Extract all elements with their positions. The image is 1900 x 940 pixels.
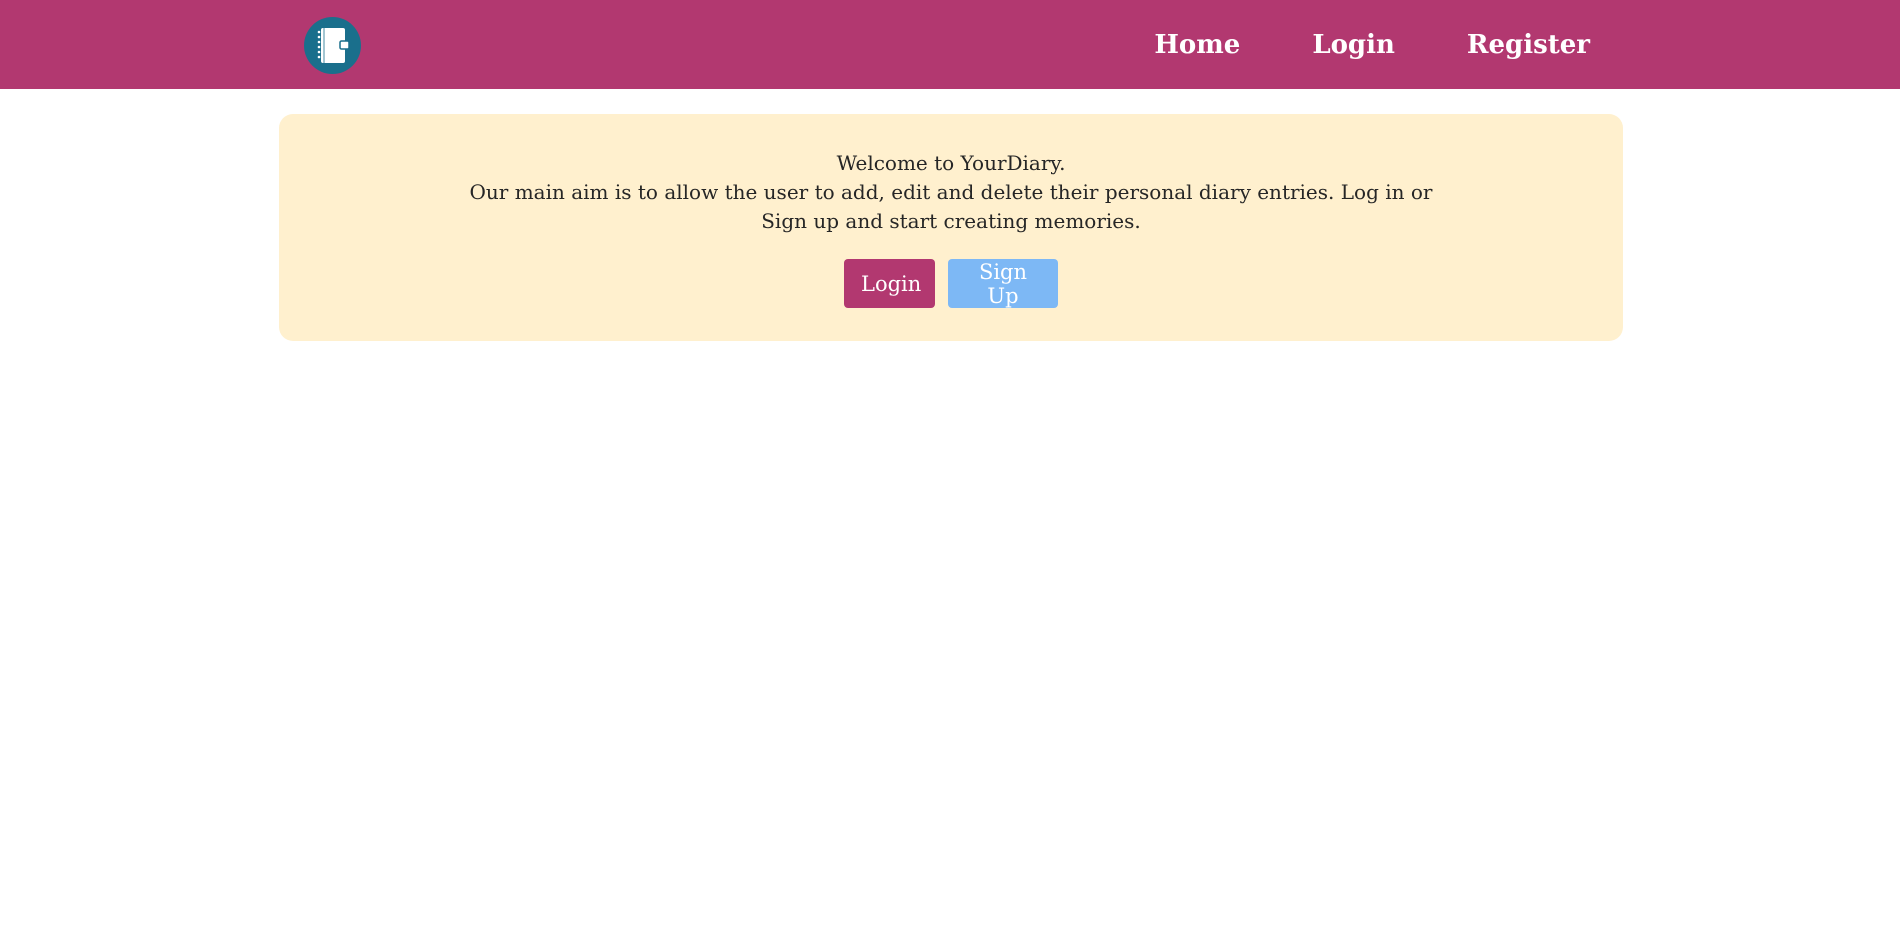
welcome-actions: Login Sign Up — [279, 259, 1623, 308]
login-button[interactable]: Login — [844, 259, 935, 308]
welcome-description: Our main aim is to allow the user to add… — [469, 180, 1433, 233]
sign-up-button[interactable]: Sign Up — [948, 259, 1058, 308]
notebook-icon — [317, 28, 350, 63]
welcome-card: Welcome to YourDiary. Our main aim is to… — [279, 114, 1623, 341]
logo-button[interactable] — [304, 17, 361, 74]
nav-links: Home Login Register — [1082, 0, 1590, 89]
top-navbar: Home Login Register — [0, 0, 1900, 89]
nav-login-link[interactable]: Login — [1312, 30, 1395, 60]
nav-home-link[interactable]: Home — [1154, 30, 1240, 60]
welcome-text: Welcome to YourDiary. Our main aim is to… — [279, 149, 1623, 236]
nav-register-link[interactable]: Register — [1467, 30, 1590, 60]
welcome-title: Welcome to YourDiary. — [836, 151, 1066, 175]
